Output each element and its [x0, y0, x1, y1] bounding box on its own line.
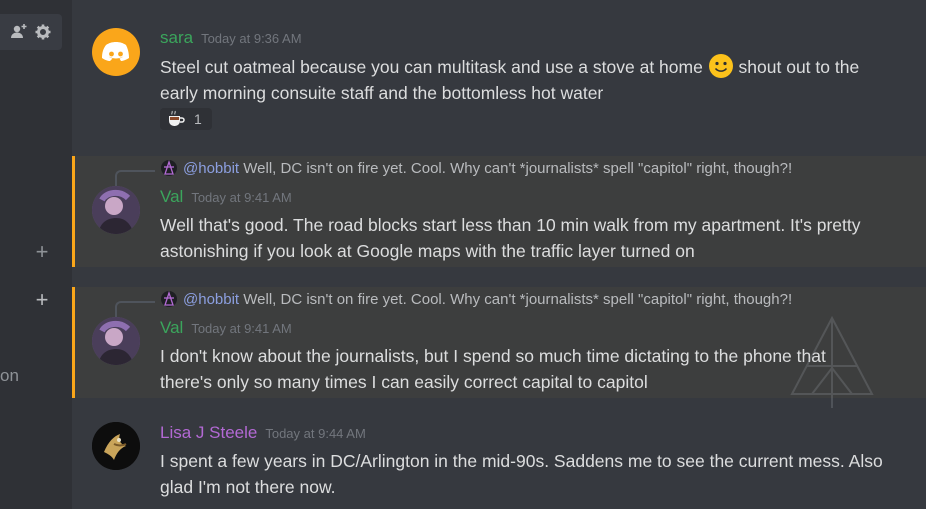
timestamp[interactable]: Today at 9:41 AM — [191, 321, 291, 336]
reply-preview[interactable]: @hobbit Well, DC isn't on fire yet. Cool… — [115, 159, 793, 186]
username[interactable]: Lisa J Steele — [160, 423, 257, 442]
reply-spine — [115, 170, 155, 186]
add-user-icon[interactable] — [10, 23, 28, 41]
discord-logo-icon — [102, 42, 129, 61]
coffee-icon — [169, 110, 185, 126]
avatar[interactable] — [92, 186, 140, 234]
plus-icon[interactable]: + — [34, 289, 50, 311]
avatar-photo — [92, 422, 140, 470]
message-item: @hobbit Well, DC isn't on fire yet. Cool… — [72, 156, 926, 267]
reply-avatar-icon — [164, 290, 174, 306]
plus-icon[interactable]: + — [34, 241, 50, 263]
message-header: Val Today at 9:41 AM — [160, 187, 292, 207]
username[interactable]: Val — [160, 318, 183, 337]
message-item: Lisa J Steele Today at 9:44 AM I spent a … — [72, 405, 926, 509]
avatar[interactable] — [92, 422, 140, 470]
message-header: Lisa J Steele Today at 9:44 AM — [160, 423, 366, 443]
reaction-button[interactable]: 1 — [160, 108, 212, 130]
reply-text: Well, DC isn't on fire yet. Cool. Why ca… — [243, 160, 793, 177]
reply-avatar — [161, 290, 177, 307]
sidebar-channel-label-partial[interactable]: on — [0, 366, 19, 386]
reply-preview[interactable]: @hobbit Well, DC isn't on fire yet. Cool… — [115, 290, 793, 317]
username[interactable]: sara — [160, 28, 193, 47]
message-header: sara Today at 9:36 AM — [160, 28, 302, 48]
reply-text: Well, DC isn't on fire yet. Cool. Why ca… — [243, 291, 793, 308]
reply-avatar-icon — [164, 159, 174, 175]
gear-icon[interactable] — [34, 23, 52, 41]
channel-item-selected[interactable] — [0, 14, 62, 50]
reaction-count: 1 — [194, 111, 202, 127]
timestamp[interactable]: Today at 9:36 AM — [201, 31, 301, 46]
message-content: Steel cut oatmeal because you can multit… — [160, 53, 900, 106]
server-watermark-icon — [790, 315, 874, 408]
avatar[interactable] — [92, 317, 140, 365]
avatar[interactable] — [92, 28, 140, 76]
timestamp[interactable]: Today at 9:44 AM — [265, 426, 365, 441]
message-content: Well that's good. The road blocks start … — [160, 215, 861, 261]
avatar-photo — [92, 186, 140, 234]
slightly-smiling-face-icon — [708, 54, 733, 78]
avatar-photo — [92, 317, 140, 365]
channel-sidebar: + + on — [0, 0, 72, 509]
reply-mention[interactable]: @hobbit — [183, 160, 239, 177]
message-content: I spent a few years in DC/Arlington in t… — [160, 451, 883, 497]
reply-avatar — [161, 159, 177, 176]
reply-spine — [115, 301, 155, 317]
message-content: I don't know about the journalists, but … — [160, 346, 826, 392]
username[interactable]: Val — [160, 187, 183, 206]
reply-mention[interactable]: @hobbit — [183, 291, 239, 308]
message-header: Val Today at 9:41 AM — [160, 318, 292, 338]
message-item: sara Today at 9:36 AM Steel cut oatmeal b… — [72, 0, 926, 150]
timestamp[interactable]: Today at 9:41 AM — [191, 190, 291, 205]
